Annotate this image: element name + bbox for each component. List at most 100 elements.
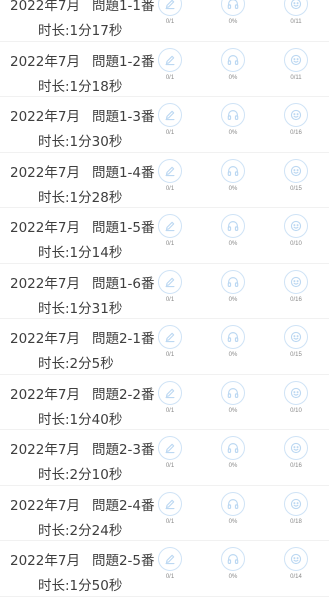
listen-stat[interactable]: 0%: [213, 47, 253, 81]
item-date: 2022年7月: [10, 386, 80, 403]
practice-stat[interactable]: 0/1: [150, 325, 190, 358]
list-item[interactable]: 2022年7月 問題2-4番 时长:2分24秒 0/1 0% 0/18: [0, 486, 329, 541]
practice-count: 0/1: [165, 407, 175, 414]
listen-stat[interactable]: 0%: [213, 158, 253, 192]
listen-progress: 0%: [228, 19, 238, 25]
item-date: 2022年7月: [10, 553, 80, 569]
practice-stat[interactable]: 0/1: [150, 103, 190, 136]
smiley-icon[interactable]: [284, 547, 308, 571]
listen-stat[interactable]: 0%: [213, 547, 253, 580]
list-item[interactable]: 2022年7月 問題2-1番 时长:2分5秒 0/1 0% 0/15: [0, 319, 329, 375]
listen-stat[interactable]: 0%: [213, 269, 253, 303]
pencil-icon[interactable]: [158, 380, 182, 405]
pencil-icon[interactable]: [158, 269, 182, 294]
item-question: 問題1-6番: [91, 275, 155, 292]
smiley-icon[interactable]: [284, 325, 308, 349]
pencil-icon[interactable]: [158, 547, 182, 571]
practice-stat[interactable]: 0/1: [150, 214, 190, 247]
headphones-icon[interactable]: [221, 0, 245, 16]
pencil-icon[interactable]: [158, 491, 182, 516]
score-stat[interactable]: 0/11: [276, 47, 316, 81]
list-item[interactable]: 2022年7月 問題2-5番 时长:1分50秒 0/1 0% 0/14: [0, 541, 329, 597]
pencil-icon[interactable]: [158, 158, 182, 183]
practice-count: 0/1: [165, 463, 175, 469]
score-stat[interactable]: 0/16: [276, 269, 316, 303]
score-stat[interactable]: 0/18: [276, 491, 316, 525]
practice-count: 0/1: [165, 518, 175, 525]
listen-stat[interactable]: 0%: [213, 380, 253, 414]
listen-stat[interactable]: 0%: [213, 0, 253, 25]
headphones-icon[interactable]: [221, 158, 245, 183]
practice-count: 0/1: [165, 574, 175, 580]
pencil-icon[interactable]: [158, 436, 182, 460]
list-item[interactable]: 2022年7月 問題1-1番 时长:1分17秒 0/1 0% 0/11: [0, 0, 329, 42]
listen-progress: 0%: [228, 185, 238, 192]
practice-stat[interactable]: 0/1: [150, 436, 190, 469]
score-count: 0/16: [290, 296, 302, 303]
listen-stat[interactable]: 0%: [213, 325, 253, 358]
list-item[interactable]: 2022年7月 問題1-5番 时长:1分14秒 0/1 0% 0/10: [0, 208, 329, 264]
item-question: 問題1-4番: [91, 164, 155, 181]
smiley-icon[interactable]: [284, 491, 308, 516]
list-item[interactable]: 2022年7月 問題2-2番 时长:1分40秒 0/1 0% 0/10: [0, 375, 329, 430]
pencil-icon[interactable]: [158, 47, 182, 72]
smiley-icon[interactable]: [284, 436, 308, 460]
score-count: 0/15: [290, 185, 302, 192]
headphones-icon[interactable]: [221, 214, 245, 238]
list-item[interactable]: 2022年7月 問題1-2番 时长:1分18秒 0/1 0% 0/11: [0, 42, 329, 97]
headphones-icon[interactable]: [221, 47, 245, 72]
headphones-icon[interactable]: [221, 269, 245, 294]
listen-stat[interactable]: 0%: [213, 214, 253, 247]
pencil-icon[interactable]: [158, 325, 182, 349]
listen-stat[interactable]: 0%: [213, 436, 253, 469]
score-count: 0/10: [290, 241, 302, 247]
headphones-icon[interactable]: [221, 325, 245, 349]
score-stat[interactable]: 0/16: [276, 436, 316, 469]
smiley-icon[interactable]: [284, 47, 308, 72]
score-stat[interactable]: 0/16: [276, 103, 316, 136]
item-question: 問題2-3番: [91, 442, 155, 458]
score-stat[interactable]: 0/15: [276, 325, 316, 358]
list-item[interactable]: 2022年7月 問題1-4番 时长:1分28秒 0/1 0% 0/15: [0, 153, 329, 208]
item-date: 2022年7月: [10, 220, 80, 236]
practice-stat[interactable]: 0/1: [150, 269, 190, 303]
item-question: 問題2-4番: [91, 497, 155, 514]
pencil-icon[interactable]: [158, 0, 182, 16]
score-stat[interactable]: 0/10: [276, 380, 316, 414]
practice-stat[interactable]: 0/1: [150, 47, 190, 81]
practice-stat[interactable]: 0/1: [150, 547, 190, 580]
listen-stat[interactable]: 0%: [213, 103, 253, 136]
listen-progress: 0%: [228, 74, 238, 81]
item-duration: 时长:1分31秒: [38, 300, 123, 317]
smiley-icon[interactable]: [284, 269, 308, 294]
smiley-icon[interactable]: [284, 0, 308, 16]
headphones-icon[interactable]: [221, 491, 245, 516]
practice-count: 0/1: [165, 19, 175, 25]
score-stat[interactable]: 0/14: [276, 547, 316, 580]
score-stat[interactable]: 0/11: [276, 0, 316, 25]
list-item[interactable]: 2022年7月 問題1-3番 时长:1分30秒 0/1 0% 0/16: [0, 97, 329, 153]
item-duration: 时长:1分40秒: [38, 411, 123, 428]
smiley-icon[interactable]: [284, 158, 308, 183]
smiley-icon[interactable]: [284, 214, 308, 238]
listen-stat[interactable]: 0%: [213, 491, 253, 525]
score-count: 0/11: [290, 74, 302, 81]
pencil-icon[interactable]: [158, 103, 182, 127]
smiley-icon[interactable]: [284, 103, 308, 127]
pencil-icon[interactable]: [158, 214, 182, 238]
item-title: 2022年7月 問題2-4番: [10, 494, 155, 514]
list-item[interactable]: 2022年7月 問題1-6番 时长:1分31秒 0/1 0% 0/16: [0, 264, 329, 319]
practice-stat[interactable]: 0/1: [150, 491, 190, 525]
headphones-icon[interactable]: [221, 436, 245, 460]
score-stat[interactable]: 0/15: [276, 158, 316, 192]
practice-stat[interactable]: 0/1: [150, 380, 190, 414]
headphones-icon[interactable]: [221, 380, 245, 405]
practice-stat[interactable]: 0/1: [150, 0, 190, 25]
list-item[interactable]: 2022年7月 問題2-3番 时长:2分10秒 0/1 0% 0/16: [0, 430, 329, 486]
headphones-icon[interactable]: [221, 103, 245, 127]
item-title: 2022年7月 問題1-2番: [10, 50, 155, 70]
practice-stat[interactable]: 0/1: [150, 158, 190, 192]
score-stat[interactable]: 0/10: [276, 214, 316, 247]
headphones-icon[interactable]: [221, 547, 245, 571]
smiley-icon[interactable]: [284, 380, 308, 405]
